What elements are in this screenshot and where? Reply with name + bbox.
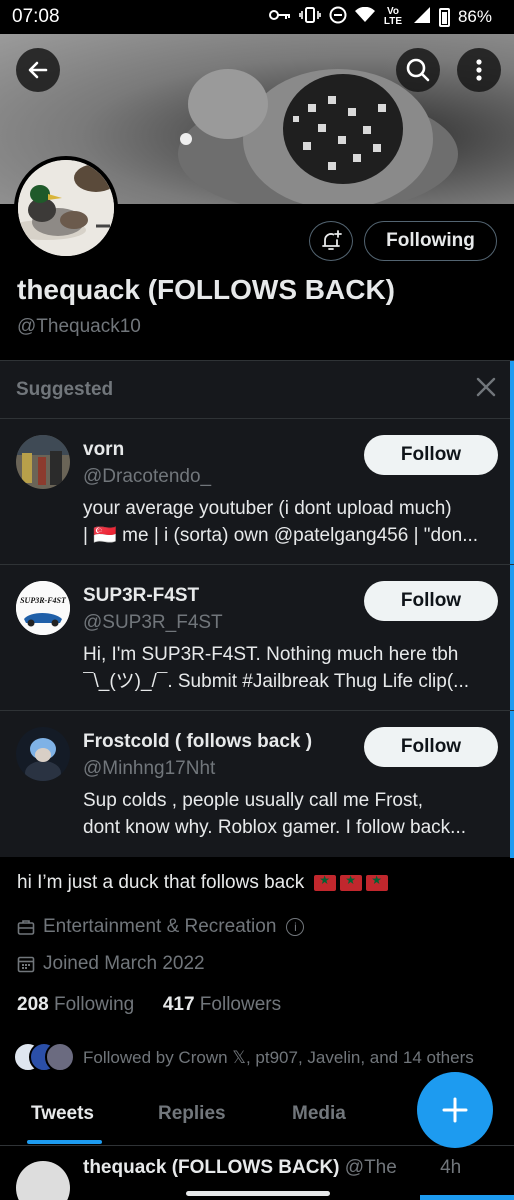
profile-display-name: thequack (FOLLOWS BACK) xyxy=(17,274,395,305)
user-name[interactable]: SUP3R-F4ST xyxy=(83,585,199,607)
briefcase-icon xyxy=(17,920,35,935)
following-button[interactable]: Following xyxy=(364,221,497,261)
tab-tweets[interactable]: Tweets xyxy=(31,1103,94,1125)
dnd-icon xyxy=(329,6,347,29)
back-button[interactable] xyxy=(16,48,60,92)
tab-replies[interactable]: Replies xyxy=(158,1103,226,1125)
mutual-avatar xyxy=(45,1042,75,1072)
follow-button[interactable]: Follow xyxy=(364,581,498,621)
active-tab-indicator xyxy=(27,1140,102,1144)
vibrate-icon xyxy=(299,6,321,29)
arrow-left-icon xyxy=(28,61,48,79)
suggested-title: Suggested xyxy=(16,378,114,400)
morocco-flag-icon xyxy=(314,873,337,891)
home-indicator[interactable] xyxy=(186,1191,330,1196)
search-button[interactable] xyxy=(396,48,440,92)
user-avatar[interactable]: SUP3R-F4ST xyxy=(16,581,70,635)
user-bio: your average youtuber (i dont upload muc… xyxy=(83,498,479,546)
signal-icon xyxy=(411,6,431,28)
tab-media[interactable]: Media xyxy=(292,1103,346,1125)
user-avatar[interactable] xyxy=(16,435,70,489)
follow-button[interactable]: Follow xyxy=(364,435,498,475)
plus-icon xyxy=(442,1097,468,1123)
status-bar: 07:08 Vo LTE 86% xyxy=(0,0,514,34)
battery-percent: 86% xyxy=(457,7,492,26)
tweet-avatar[interactable] xyxy=(16,1161,70,1200)
user-name[interactable]: Frostcold ( follows back ) xyxy=(83,731,312,753)
svg-text:SUP3R-F4ST: SUP3R-F4ST xyxy=(20,596,67,605)
duck-avatar-image xyxy=(18,160,114,256)
morocco-flag-icon xyxy=(366,873,389,891)
battery-icon xyxy=(438,7,450,27)
more-vertical-icon xyxy=(476,59,482,81)
following-count-link[interactable]: 208 Following xyxy=(17,994,134,1015)
profile-category: Entertainment & Recreation i xyxy=(17,916,305,938)
follow-button[interactable]: Follow xyxy=(364,727,498,767)
followed-by-row[interactable]: Followed by Crown 𝕏, pt907, Javelin, and… xyxy=(13,1042,474,1074)
frostcold-avatar-image xyxy=(16,727,70,781)
nav-accent xyxy=(420,1195,514,1200)
bell-plus-icon xyxy=(322,230,342,250)
suggested-user[interactable]: Frostcold ( follows back ) @Minhng17Nht … xyxy=(0,711,514,855)
more-button[interactable] xyxy=(457,48,501,92)
user-bio: Hi, I'm SUP3R-F4ST. Nothing much here tb… xyxy=(83,644,470,692)
wifi-icon xyxy=(354,6,375,28)
volte-icon: Vo LTE xyxy=(383,6,403,27)
calendar-icon xyxy=(17,956,35,973)
suggested-header: Suggested xyxy=(0,361,514,419)
close-icon xyxy=(476,377,496,397)
profile-handle: @Thequack10 xyxy=(17,316,141,337)
user-handle: @SUP3R_F4ST xyxy=(83,612,223,633)
followers-count-link[interactable]: 417 Followers xyxy=(163,994,281,1015)
status-time: 07:08 xyxy=(12,6,60,27)
morocco-flag-icon xyxy=(340,873,363,891)
user-avatar[interactable] xyxy=(16,727,70,781)
tweet-header: thequack (FOLLOWS BACK) @The 4h xyxy=(83,1157,462,1178)
profile-avatar[interactable] xyxy=(14,156,118,260)
user-handle: @Dracotendo_ xyxy=(83,466,212,487)
notifications-button[interactable] xyxy=(309,221,353,261)
compose-tweet-button[interactable] xyxy=(417,1072,493,1148)
info-icon[interactable]: i xyxy=(286,918,305,936)
profile-counts: 208 Following 417 Followers xyxy=(17,994,281,1016)
search-icon xyxy=(406,58,430,82)
close-suggested-button[interactable] xyxy=(476,377,496,402)
key-icon xyxy=(268,7,291,27)
user-bio: Sup colds , people usually call me Frost… xyxy=(83,790,466,838)
user-name[interactable]: vorn xyxy=(83,439,124,461)
suggested-user[interactable]: vorn @Dracotendo_ Follow your average yo… xyxy=(0,419,514,565)
followed-by-avatars xyxy=(13,1042,75,1074)
followed-by-text: Followed by Crown 𝕏, pt907, Javelin, and… xyxy=(83,1048,474,1067)
profile-joined: Joined March 2022 xyxy=(17,953,205,975)
suggested-user[interactable]: SUP3R-F4ST SUP3R-F4ST @SUP3R_F4ST Follow… xyxy=(0,565,514,711)
sup3r-avatar-image: SUP3R-F4ST xyxy=(16,581,70,635)
user-handle: @Minhng17Nht xyxy=(83,758,216,779)
profile-bio: hi I’m just a duck that follows back xyxy=(17,872,389,894)
suggested-panel: Suggested vorn @Dracotendo_ Follow your … xyxy=(0,360,514,858)
vorn-avatar-image xyxy=(16,435,70,489)
